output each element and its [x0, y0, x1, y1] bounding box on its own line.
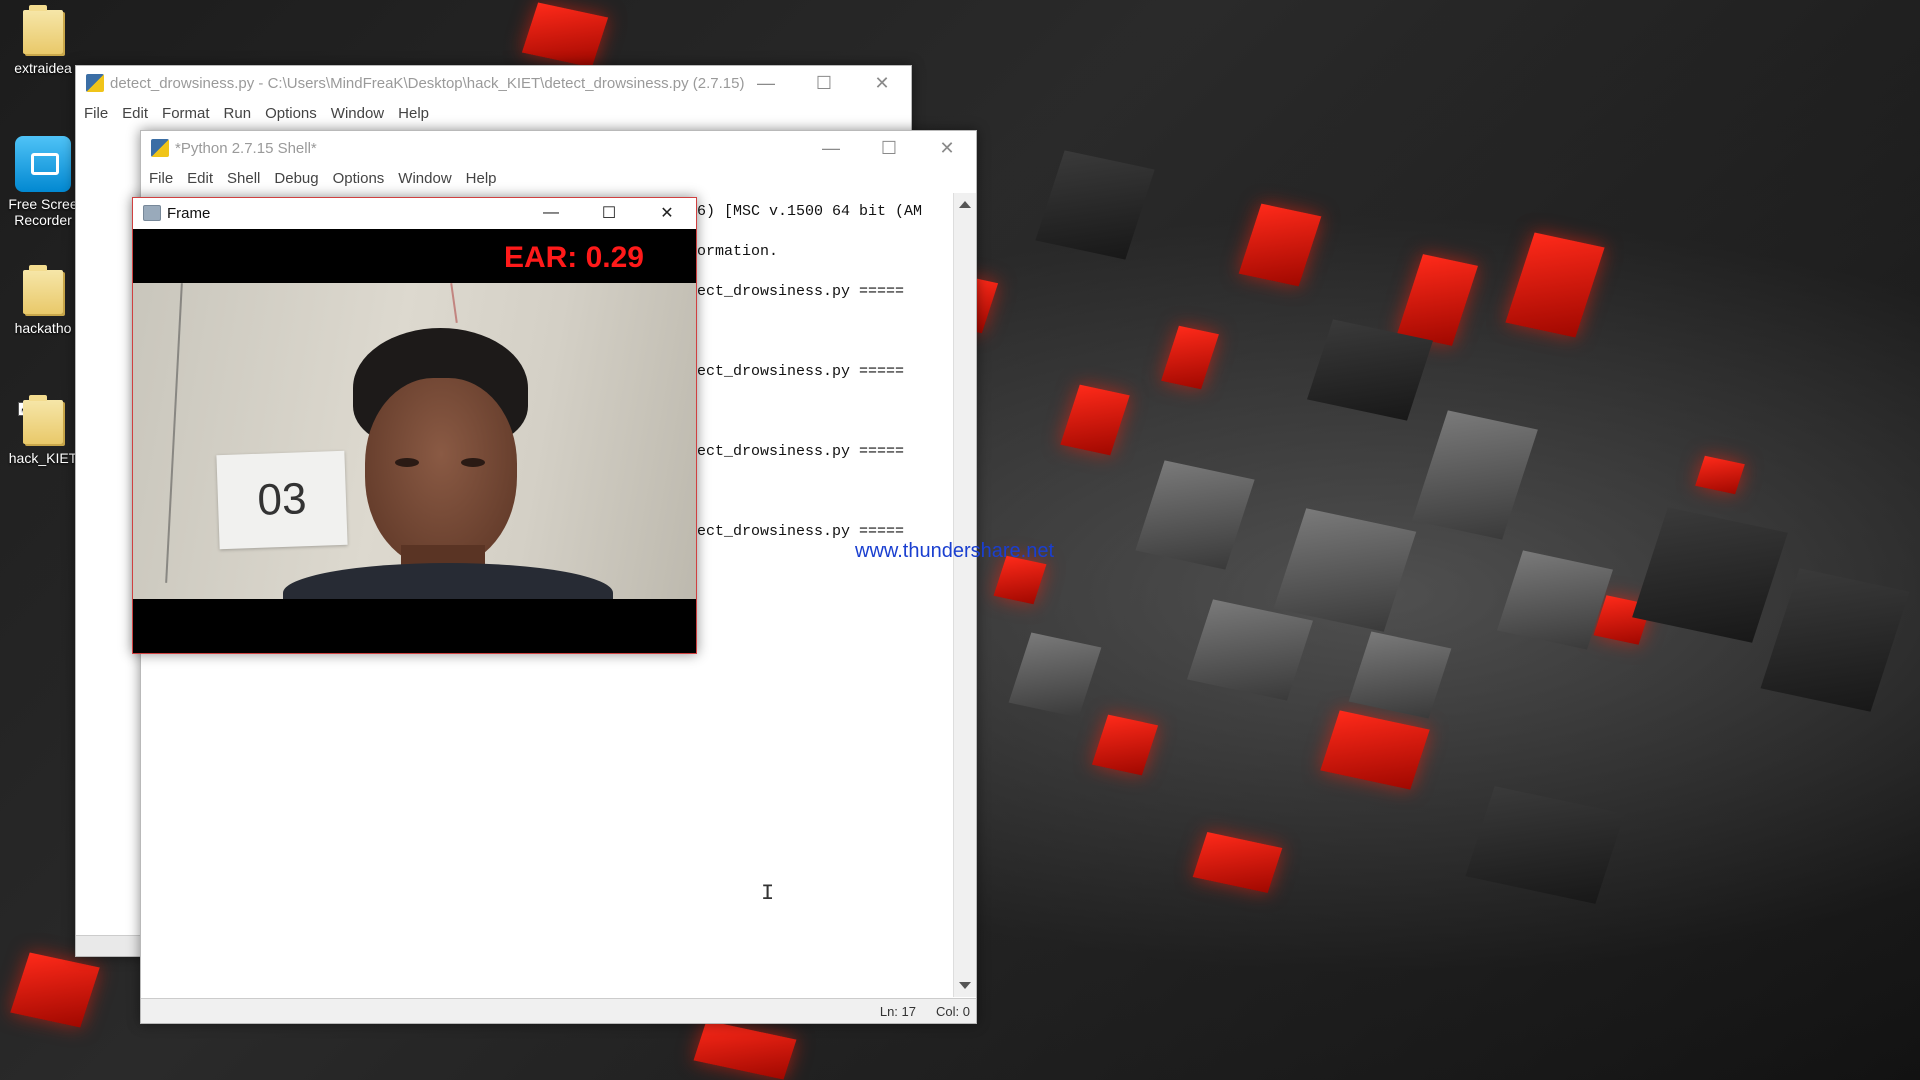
editor-title: detect_drowsiness.py - C:\Users\MindFrea… [110, 74, 745, 92]
horizontal-scrollbar[interactable] [76, 935, 141, 956]
menu-file[interactable]: File [82, 105, 118, 122]
close-button[interactable]: ✕ [918, 131, 976, 165]
minimize-button[interactable]: — [737, 66, 795, 100]
menu-help[interactable]: Help [464, 170, 507, 187]
desktop-icon-label: extraidea [14, 60, 72, 76]
shell-title: *Python 2.7.15 Shell* [175, 139, 317, 157]
status-line-number: Ln: 17 [879, 1004, 916, 1019]
menu-edit[interactable]: Edit [120, 105, 158, 122]
editor-titlebar[interactable]: detect_drowsiness.py - C:\Users\MindFrea… [76, 66, 911, 100]
status-column-number: Col: 0 [936, 1004, 970, 1019]
desktop-icon-free-screen-recorder[interactable]: Free Scree Recorder [0, 136, 86, 228]
desktop-icon-label: hack_KIET [8, 450, 78, 466]
folder-icon [23, 395, 63, 444]
python-file-icon [86, 74, 104, 92]
person-eye [461, 458, 485, 467]
python-shell-icon [151, 139, 169, 157]
menu-edit[interactable]: Edit [185, 170, 223, 187]
frame-title: Frame [167, 204, 211, 222]
desktop-icon-label: hackatho [14, 320, 72, 336]
close-button[interactable]: ✕ [638, 198, 696, 228]
desktop-icon-hackathon[interactable]: hackatho [0, 265, 86, 336]
frame-titlebar[interactable]: Frame — ☐ ✕ [133, 198, 696, 228]
menu-format[interactable]: Format [160, 105, 220, 122]
folder-icon [23, 265, 63, 314]
frame-window[interactable]: Frame — ☐ ✕ EAR: 0.29 03 [132, 197, 697, 654]
shell-output-line: ect_drowsiness.py ===== [697, 523, 905, 540]
menu-run[interactable]: Run [222, 105, 262, 122]
menu-window[interactable]: Window [396, 170, 461, 187]
menu-debug[interactable]: Debug [272, 170, 328, 187]
shell-output-line: 6) [MSC v.1500 64 bit (AM [697, 203, 923, 220]
video-frame: EAR: 0.29 03 [133, 229, 696, 653]
desktop-icon-label-line1: Free Scree [8, 196, 78, 212]
maximize-button[interactable]: ☐ [795, 66, 853, 100]
person-eye [395, 458, 419, 467]
maximize-button[interactable]: ☐ [580, 198, 638, 228]
desktop-icon-hack-kiet[interactable]: ✓ hack_KIET [0, 395, 86, 466]
menu-options[interactable]: Options [331, 170, 395, 187]
menu-shell[interactable]: Shell [225, 170, 270, 187]
opencv-window-icon [143, 205, 161, 221]
menu-options[interactable]: Options [263, 105, 327, 122]
menu-help[interactable]: Help [396, 105, 439, 122]
vertical-scrollbar[interactable] [953, 193, 976, 997]
webcam-image: 03 [133, 283, 696, 599]
menu-file[interactable]: File [147, 170, 183, 187]
person-shirt [283, 563, 613, 599]
editor-menubar: File Edit Format Run Options Window Help [76, 100, 911, 126]
watermark-text: www.thundershare.net [855, 540, 1055, 562]
shell-output-line: ect_drowsiness.py ===== [697, 283, 905, 300]
numbered-sign: 03 [216, 450, 348, 550]
folder-icon [23, 5, 63, 54]
close-button[interactable]: ✕ [853, 66, 911, 100]
desktop-icon-extraidea[interactable]: extraidea [0, 5, 86, 76]
minimize-button[interactable]: — [522, 198, 580, 228]
minimize-button[interactable]: — [802, 131, 860, 165]
screen-recorder-icon [15, 136, 71, 192]
ear-readout: EAR: 0.29 [503, 241, 644, 274]
shell-statusbar: Ln: 17 Col: 0 [141, 998, 976, 1023]
shell-menubar: File Edit Shell Debug Options Window Hel… [141, 165, 976, 191]
menu-window[interactable]: Window [329, 105, 394, 122]
shell-output-line: ormation. [697, 243, 779, 260]
shell-output-line: ect_drowsiness.py ===== [697, 363, 905, 380]
person-face [365, 378, 517, 568]
maximize-button[interactable]: ☐ [860, 131, 918, 165]
scroll-up-arrow-icon[interactable] [959, 201, 971, 208]
shell-titlebar[interactable]: *Python 2.7.15 Shell* — ☐ ✕ [141, 131, 976, 165]
text-cursor-icon: I [761, 881, 775, 906]
scroll-down-arrow-icon[interactable] [959, 982, 971, 989]
shell-output-line: ect_drowsiness.py ===== [697, 443, 905, 460]
desktop-icon-label-line2: Recorder [14, 212, 72, 228]
sign-text: 03 [256, 474, 308, 525]
